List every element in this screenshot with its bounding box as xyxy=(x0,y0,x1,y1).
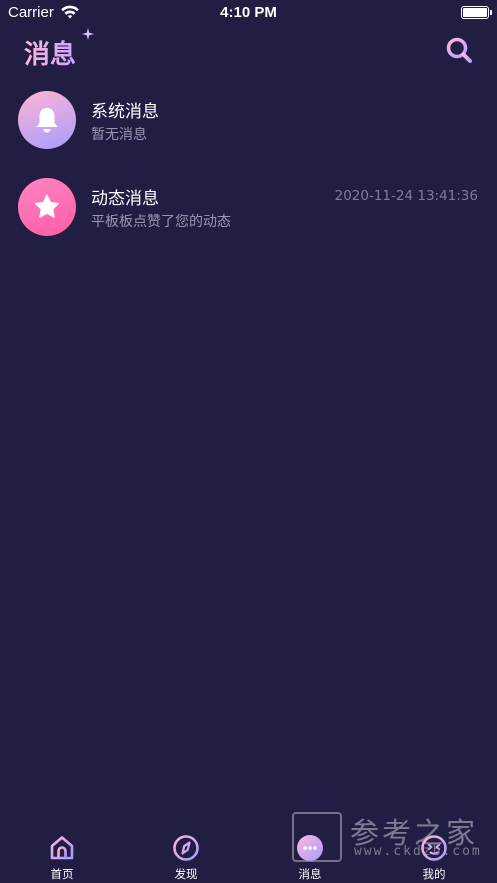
message-title: 动态消息 xyxy=(91,189,159,209)
tab-label: 消息 xyxy=(298,867,322,881)
battery-icon xyxy=(461,6,492,19)
tab-label: 我的 xyxy=(422,867,446,881)
tab-profile[interactable]: 我的 xyxy=(372,826,496,883)
system-message-avatar xyxy=(18,91,76,149)
tab-label: 首页 xyxy=(50,867,74,881)
star-icon xyxy=(35,194,59,218)
message-timestamp: 2020-11-24 13:41:36 xyxy=(334,188,478,204)
tab-bar: 首页 发现 消息 我的 xyxy=(0,826,497,883)
status-bar: Carrier 4:10 PM xyxy=(0,0,497,26)
clock: 4:10 PM xyxy=(220,4,277,21)
message-title: 系统消息 xyxy=(91,102,159,122)
tab-messages[interactable]: 消息 xyxy=(248,826,372,883)
search-button[interactable] xyxy=(445,36,473,64)
tab-label: 发现 xyxy=(174,867,198,881)
bell-icon xyxy=(36,108,58,133)
activity-message-avatar xyxy=(18,178,76,236)
home-icon xyxy=(50,836,74,860)
page-title: 消息 xyxy=(24,34,76,71)
message-item-system[interactable]: 系统消息 暂无消息 xyxy=(0,88,497,175)
message-icon xyxy=(297,835,323,861)
message-list: 系统消息 暂无消息 动态消息 平板板点赞了您的动态 2020-11-24 13:… xyxy=(0,88,497,262)
message-preview: 平板板点赞了您的动态 xyxy=(91,214,231,230)
message-preview: 暂无消息 xyxy=(91,127,147,143)
tab-discover[interactable]: 发现 xyxy=(124,826,248,883)
compass-icon xyxy=(173,835,199,861)
profile-icon xyxy=(421,835,447,861)
tab-home[interactable]: 首页 xyxy=(0,826,124,883)
sparkle-icon xyxy=(82,28,94,40)
